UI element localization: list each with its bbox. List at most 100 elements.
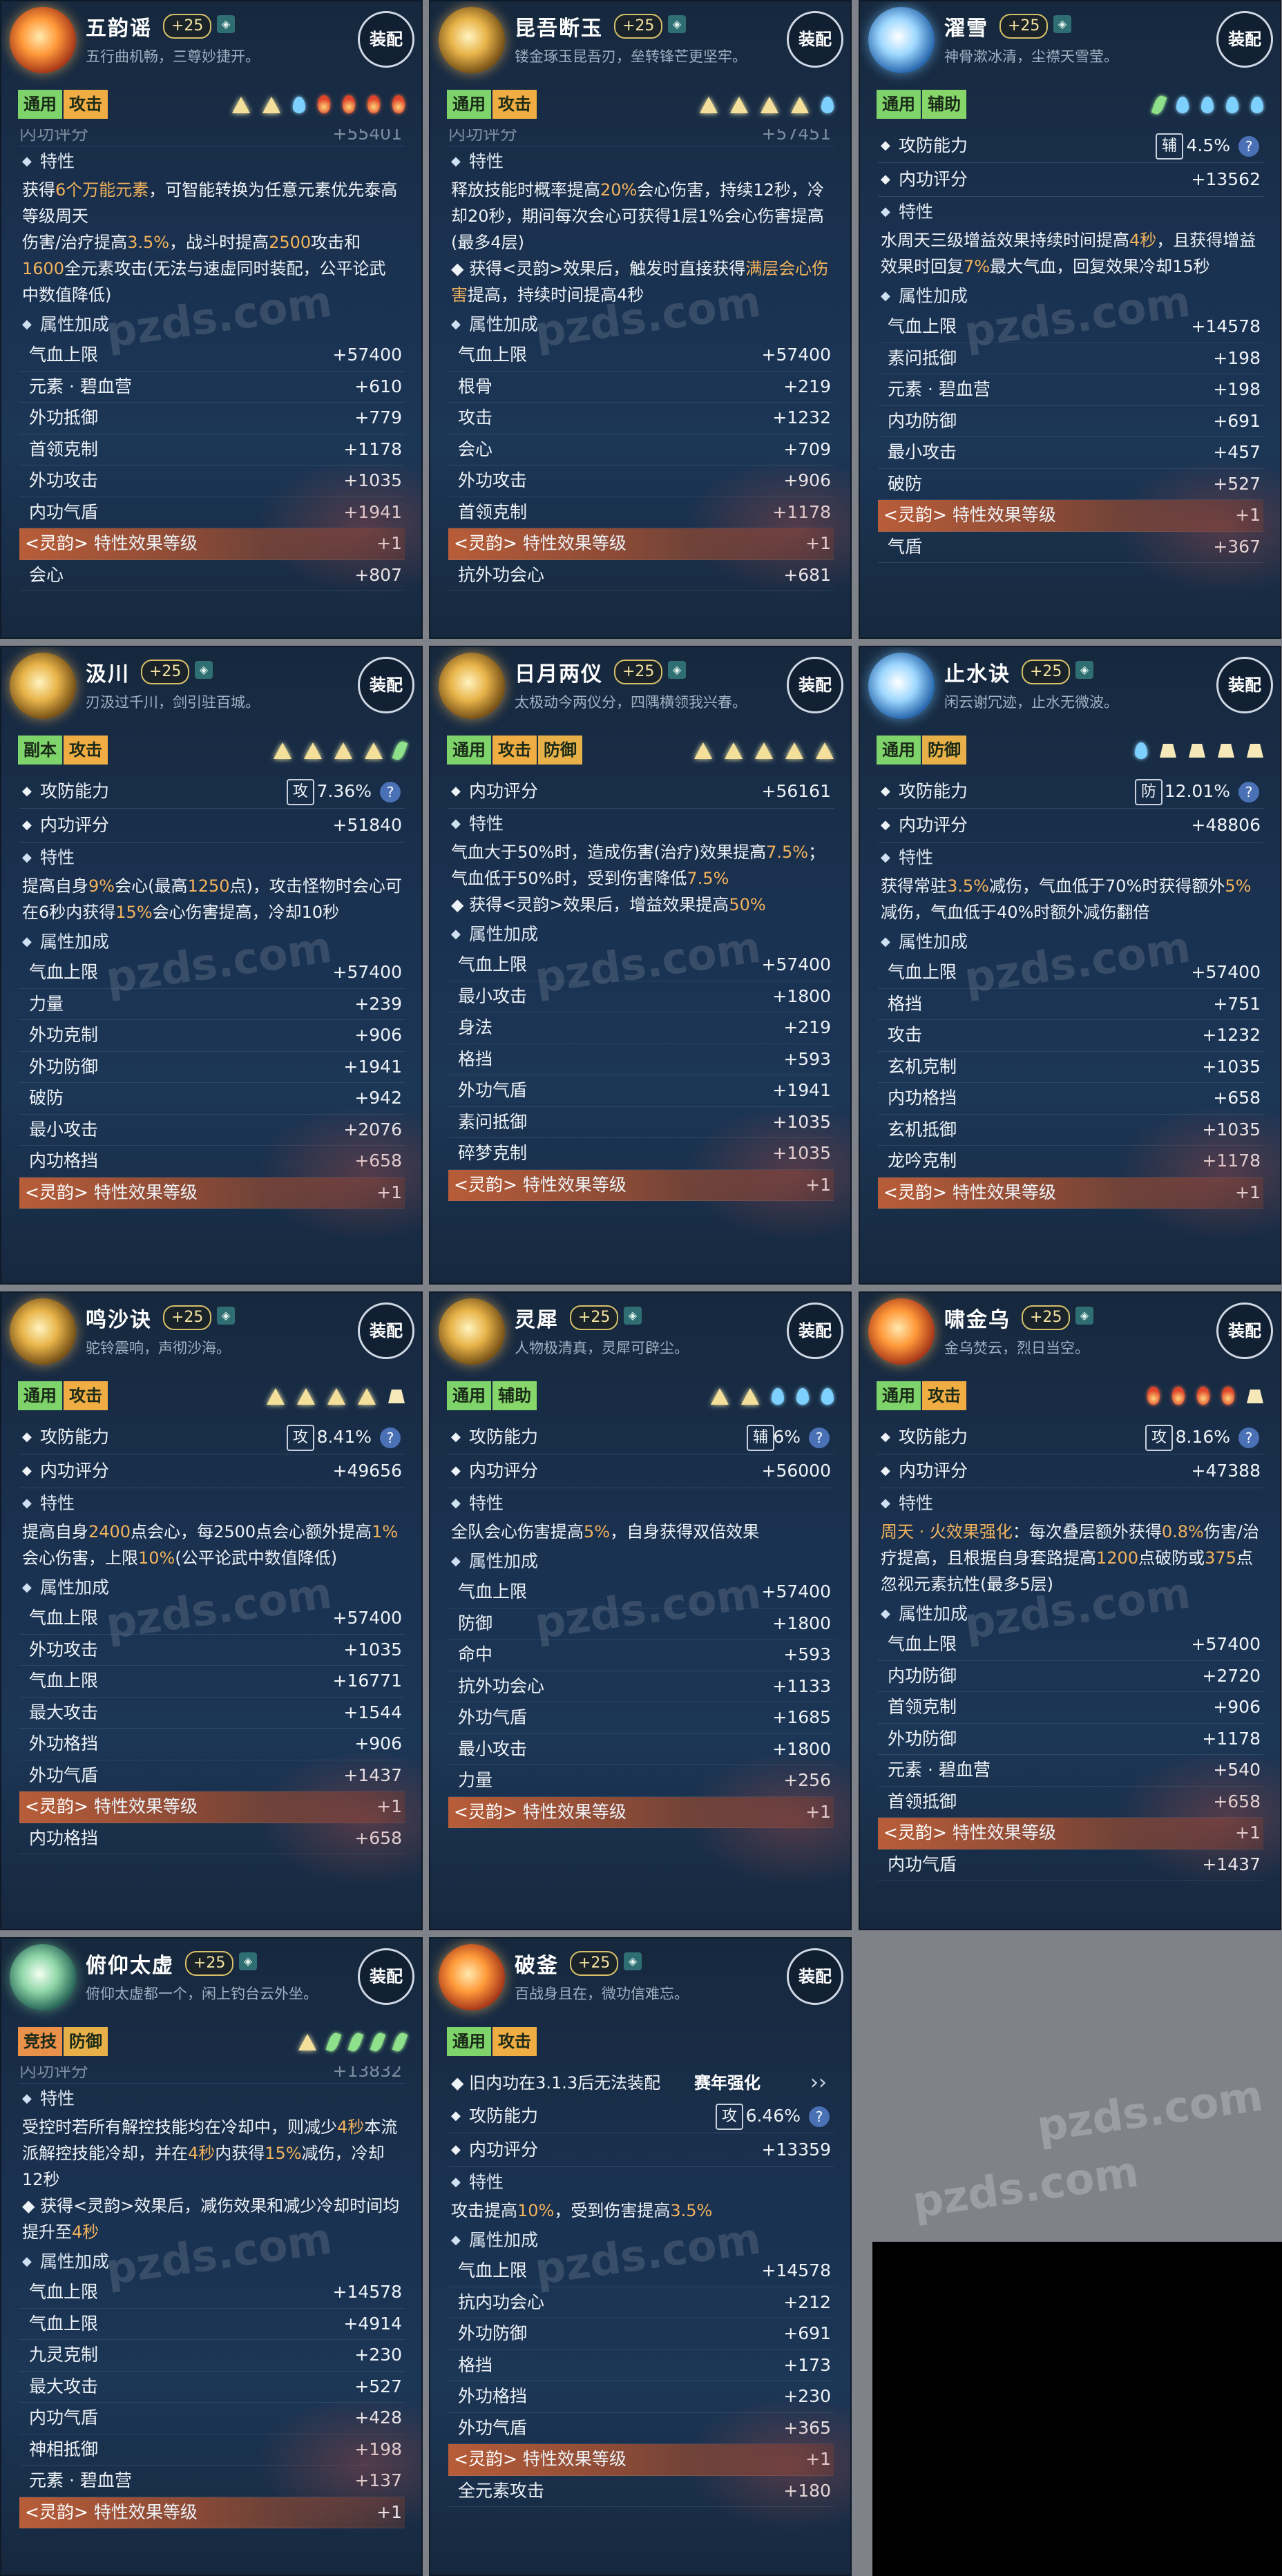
equip-button[interactable]: 装配 <box>787 657 843 713</box>
gem-drop-icon <box>1201 97 1214 113</box>
stat-value: +2076 <box>343 1119 402 1140</box>
type-badge: 辅 <box>747 1425 774 1451</box>
help-icon[interactable]: ? <box>380 782 401 802</box>
enhance-level-badge: +25 <box>163 14 212 39</box>
lingyun-prefix: <灵韵> <box>25 2501 94 2522</box>
quality-icon: ◈ <box>217 15 235 33</box>
attack-defense-value: 攻 8.16%? <box>1122 1421 1261 1454</box>
quality-icon: ◈ <box>668 15 686 33</box>
tag-general: 通用 <box>447 2027 491 2056</box>
help-icon[interactable]: ? <box>380 1428 401 1448</box>
equip-button[interactable]: 装配 <box>1216 1303 1273 1359</box>
stat-value: +1035 <box>1202 1056 1261 1077</box>
equip-button[interactable]: 装配 <box>787 1948 843 2005</box>
gem-block-icon <box>1247 1390 1263 1403</box>
stat-row: 外功气盾 +1941 <box>448 1075 834 1107</box>
stat-row: 气血上限 +57400 <box>19 1603 405 1635</box>
stat-name: 九灵克制 <box>29 2345 99 2365</box>
stat-name: 破防 <box>888 473 923 494</box>
gem-drop-icon <box>821 1388 834 1405</box>
trait-heading: 特性 <box>19 1488 405 1519</box>
card-body: ◆ 攻防能力 攻7.36%? ◆ 内功评分 +51840 特性提高自身9%会心(最高1250… <box>19 775 405 1283</box>
trait-description: 获得常驻3.5%减伤，气血低于70%时获得额外5%减伤，气血低于40%时额外减伤… <box>881 876 1252 922</box>
stat-row: 外功防御 +691 <box>448 2318 834 2350</box>
skill-motto: 驼铃震响，声彻沙海。 <box>86 1340 231 1356</box>
stat-name: 特性效果等级 <box>93 1182 198 1202</box>
gem-flame-icon <box>343 95 355 113</box>
tag-attack: 攻击 <box>492 736 537 765</box>
inner-skill-card: 止水诀 +25 ◈ 闲云谢冗迹，止水无微波。 装配 通用 防御 ◆ 攻防能力 防 12.01%? ◆ 内… <box>859 646 1281 1285</box>
stat-name: 特性效果等级 <box>522 1174 626 1195</box>
gold-emblem-icon <box>439 653 505 719</box>
stat-row: 会心 +807 <box>19 560 405 591</box>
tag-general: 通用 <box>877 1381 921 1410</box>
stat-name: 外功格挡 <box>29 1733 99 1753</box>
equip-button[interactable]: 装配 <box>358 657 414 713</box>
stat-value: +1035 <box>772 1111 831 1132</box>
inner-score-label: 内功评分 <box>40 815 110 835</box>
equip-button[interactable]: 装配 <box>358 1303 414 1359</box>
attack-defense-label: 攻防能力 <box>899 781 968 801</box>
trait-heading: 特性 <box>19 843 405 873</box>
attack-defense-row: ◆ 攻防能力 辅 4.5%? <box>878 129 1263 163</box>
stat-name: 外功防御 <box>29 1056 99 1077</box>
equip-button[interactable]: 装配 <box>358 1948 414 2005</box>
type-badge: 攻 <box>716 2104 743 2130</box>
trait-heading: 特性 <box>448 1488 834 1519</box>
help-icon[interactable]: ? <box>1238 1428 1259 1448</box>
diamond-icon: ◆ <box>22 784 32 798</box>
equip-button[interactable]: 装配 <box>787 1303 843 1359</box>
category-tags: 通用 防御 <box>877 736 968 766</box>
stat-value: +57400 <box>332 1608 402 1628</box>
card-header: 灵犀 +25 ◈ 人物极清真，灵犀可辟尘。 装配 <box>430 1293 850 1374</box>
card-body: ◆ 攻防能力 防12.01%? ◆ 内功评分 +48806 特性获得常驻3.5%减伤，气血低… <box>878 775 1263 1283</box>
stat-value: +57400 <box>761 954 831 974</box>
teal-emblem-icon <box>10 1944 76 2010</box>
skill-motto: 人物极清真，灵犀可辟尘。 <box>515 1340 689 1356</box>
season-notice[interactable]: ◆ 旧内功在3.1.3后无法装配 赛年强化 ›› <box>448 2066 834 2099</box>
stat-name: 气盾 <box>888 536 923 557</box>
attack-defense-value: 攻 6.46%? <box>693 2099 831 2133</box>
equip-button[interactable]: 装配 <box>358 11 414 68</box>
stat-name: 外功防御 <box>458 2323 528 2343</box>
help-icon[interactable]: ? <box>809 1428 830 1448</box>
diamond-icon: ◆ <box>22 1430 32 1444</box>
chevron-right-icon[interactable]: ›› <box>810 2066 827 2099</box>
gem-flame-icon <box>1197 1387 1209 1405</box>
category-tags: 通用 攻击 <box>447 90 538 120</box>
help-icon[interactable]: ? <box>809 2106 830 2127</box>
card-body: 内功评分 +57451 特性释放技能时概率提高20%会心伤害，持续12秒，冷却20秒… <box>448 129 834 637</box>
inner-skill-card: 俯仰太虚 +25 ◈ 俯仰太虚都一个，闲上钓台云外坐。 装配 竞技 防御 内功评分 +13832… <box>0 1937 423 2576</box>
tag-general: 通用 <box>877 736 921 765</box>
stat-value: +57400 <box>332 345 402 365</box>
stat-row: 内功防御 +691 <box>878 406 1263 437</box>
type-badge: 攻 <box>287 779 314 805</box>
ice-emblem-icon <box>868 7 935 73</box>
card-body: ◆ 旧内功在3.1.3后无法装配 赛年强化 ›› ◆ 攻防能力 攻 6.46%? ◆ 内功评分 +… <box>448 2066 834 2575</box>
help-icon[interactable]: ? <box>1238 782 1259 802</box>
equip-button[interactable]: 装配 <box>1216 657 1273 713</box>
gem-tri-icon <box>267 1388 285 1405</box>
category-tags: 通用 攻击 <box>877 1381 968 1412</box>
equip-button[interactable]: 装配 <box>1216 11 1273 68</box>
percent-value: 4.5% <box>1186 135 1230 155</box>
attributes-heading: 属性加成 <box>448 919 834 950</box>
trait-heading: 特性 <box>878 197 1263 227</box>
stat-value: +1178 <box>1202 1151 1261 1171</box>
quality-icon: ◈ <box>239 1952 257 1970</box>
tag-defense: 防御 <box>64 2027 108 2056</box>
inner-score-row: ◆ 内功评分 +51840 <box>19 809 405 843</box>
help-icon[interactable]: ? <box>1238 136 1259 157</box>
diamond-icon: ◆ <box>881 138 890 153</box>
attributes-heading: 属性加成 <box>878 1599 1263 1629</box>
skill-name: 日月两仪 <box>515 662 603 686</box>
stat-row: 破防 +527 <box>878 469 1263 500</box>
equip-button[interactable]: 装配 <box>787 11 843 68</box>
element-gems <box>220 93 405 113</box>
trait-description: 全队会心伤害提高5%，自身获得双倍效果 <box>451 1522 760 1541</box>
stat-value: +1178 <box>343 439 402 459</box>
gem-leaf-icon <box>392 740 408 762</box>
element-gems <box>254 1384 405 1405</box>
attack-defense-row: ◆ 攻防能力 防 12.01%? <box>878 775 1263 809</box>
trait-heading: 特性 <box>878 843 1263 873</box>
